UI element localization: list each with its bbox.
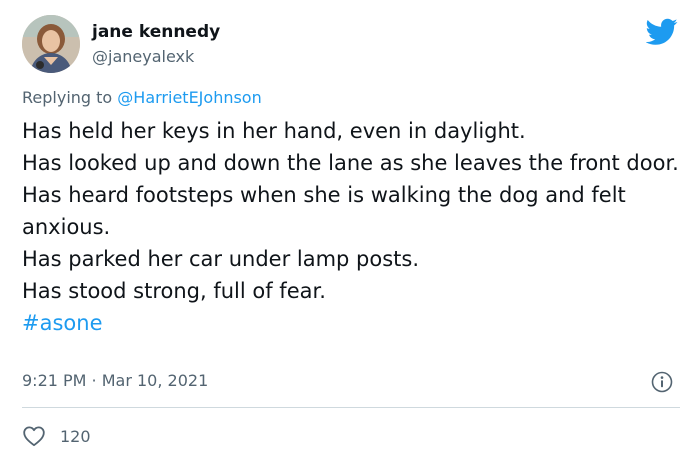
tweet-line: Has held her keys in her hand, even in d… [22, 119, 526, 143]
heart-icon [23, 426, 45, 447]
twitter-bird-icon[interactable] [646, 18, 678, 46]
hashtag-link[interactable]: #asone [22, 311, 102, 335]
replying-to-label: Replying to [22, 88, 113, 107]
author-display-name[interactable]: jane kennedy [92, 22, 220, 42]
tweet-line: Has parked her car under lamp posts. [22, 247, 420, 271]
author-handle[interactable]: @janeyalexk [92, 47, 194, 66]
tweet-line: Has stood strong, full of fear. [22, 279, 326, 303]
avatar-image [22, 15, 80, 73]
divider [22, 407, 680, 408]
info-icon[interactable] [651, 371, 673, 393]
replying-to: Replying to @HarrietEJohnson [22, 88, 262, 107]
tweet-card: jane kennedy @janeyalexk Replying to @Ha… [0, 0, 700, 463]
avatar[interactable] [22, 15, 80, 73]
tweet-text: Has held her keys in her hand, even in d… [22, 115, 682, 339]
like-count: 120 [60, 426, 91, 446]
tweet-line: Has looked up and down the lane as she l… [22, 151, 679, 175]
like-button[interactable]: 120 [22, 424, 91, 448]
reply-mention-link[interactable]: @HarrietEJohnson [117, 88, 261, 107]
tweet-timestamp[interactable]: 9:21 PM · Mar 10, 2021 [22, 371, 208, 390]
tweet-line: Has heard footsteps when she is walking … [22, 183, 626, 239]
